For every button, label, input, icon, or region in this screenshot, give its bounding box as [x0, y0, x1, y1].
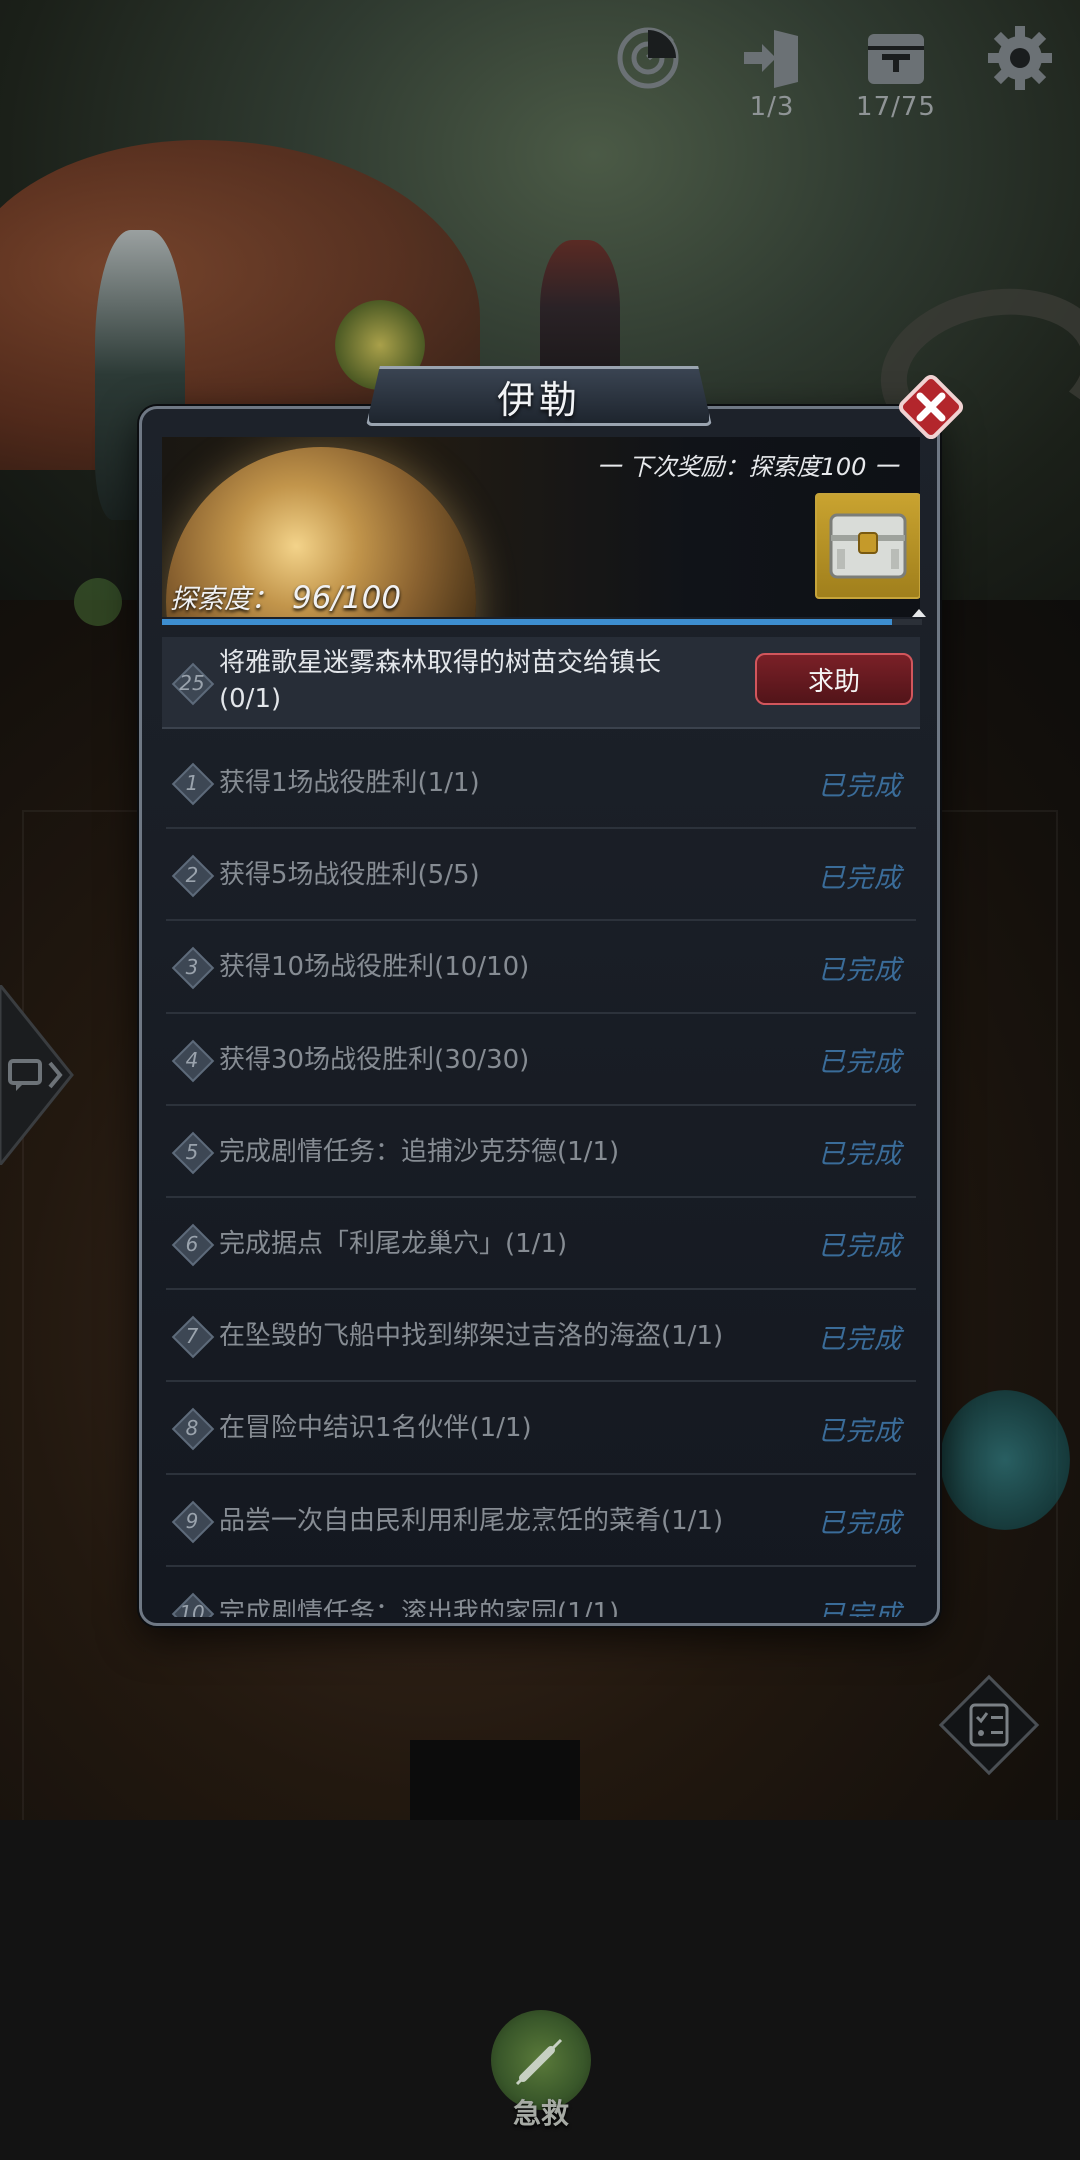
party-avatar[interactable]	[74, 578, 122, 626]
task-row[interactable]: 10 完成剧情任务：滚出我的家园(1/1) 已完成	[166, 1567, 916, 1617]
task-number: 9	[185, 1508, 199, 1533]
supply-crate-icon	[860, 22, 932, 94]
task-status: 已完成	[818, 1415, 902, 1447]
task-text: 品尝一次自由民利用利尾龙烹饪的菜肴(1/1)	[219, 1505, 724, 1536]
task-row[interactable]: 1 获得1场战役胜利(1/1) 已完成	[166, 737, 916, 830]
progress-marker	[912, 609, 926, 617]
task-status: 已完成	[818, 954, 902, 986]
supply-chest-icon	[829, 513, 907, 579]
task-row[interactable]: 3 获得10场战役胜利(10/10) 已完成	[166, 921, 916, 1014]
task-status: 已完成	[818, 1600, 902, 1617]
task-number-badge: 8	[172, 1408, 212, 1448]
task-number-badge: 9	[172, 1501, 212, 1541]
task-status: 已完成	[818, 1508, 902, 1539]
task-row[interactable]: 4 获得30场战役胜利(30/30) 已完成	[166, 1014, 916, 1106]
chat-icon	[0, 982, 74, 1168]
close-icon	[898, 374, 964, 440]
task-number: 3	[185, 955, 199, 980]
exploration-progress-fill	[162, 619, 892, 625]
first-aid-button[interactable]: 急救	[486, 2010, 596, 2150]
quest-log-button[interactable]	[937, 1673, 1041, 1777]
task-status: 已完成	[818, 1231, 902, 1263]
task-list[interactable]: 1 获得1场战役胜利(1/1) 已完成 2 获得5场战役胜利(5/5) 已完成 3 获得10场…	[162, 737, 920, 1617]
task-text: 获得1场战役胜利(1/1)	[219, 768, 480, 798]
task-number: 1	[185, 771, 199, 795]
task-number: 7	[185, 1324, 199, 1349]
planet-banner: 一 下次奖励：探索度100 一 探索度： 96/100	[162, 437, 920, 617]
task-number-badge: 7	[172, 1316, 212, 1356]
help-button[interactable]: 求助	[755, 653, 913, 705]
task-number: 4	[185, 1047, 199, 1072]
task-number-badge: 25	[172, 663, 212, 703]
task-number-badge: 1	[172, 763, 212, 803]
exit-button[interactable]: 1/3	[722, 22, 822, 122]
task-row[interactable]: 6 完成据点「利尾龙巢穴」(1/1) 已完成	[166, 1198, 916, 1291]
active-task-text: 将雅歌星迷雾森林取得的树苗交给镇长(0/1)	[219, 648, 662, 714]
radar-icon	[612, 22, 684, 94]
task-text: 获得5场战役胜利(5/5)	[219, 860, 480, 891]
task-number: 6	[185, 1231, 199, 1256]
task-number-badge: 4	[172, 1040, 212, 1080]
task-number: 25	[179, 671, 205, 695]
first-aid-label: 急救	[512, 2097, 569, 2130]
task-number: 10	[179, 1600, 205, 1617]
dialog-title-plate: 伊勒	[366, 366, 712, 426]
door-exit-icon	[736, 22, 808, 94]
task-number: 5	[185, 1139, 199, 1164]
chat-side-tab[interactable]	[0, 982, 92, 1168]
water-puddle	[940, 1390, 1070, 1530]
reward-chest[interactable]	[815, 493, 920, 599]
exploration-caption: 探索度：	[170, 584, 278, 615]
task-status: 已完成	[818, 1323, 902, 1355]
task-text: 获得30场战役胜利(30/30)	[219, 1044, 530, 1075]
task-text: 获得10场战役胜利(10/10)	[219, 952, 530, 983]
task-row[interactable]: 9 品尝一次自由民利用利尾龙烹饪的菜肴(1/1) 已完成	[166, 1475, 916, 1567]
supply-count: 17/75	[856, 92, 936, 122]
task-status: 已完成	[818, 1047, 902, 1079]
task-number-badge: 2	[172, 855, 212, 895]
dialog-title: 伊勒	[496, 377, 581, 422]
task-number: 2	[185, 863, 199, 888]
task-row[interactable]: 5 完成剧情任务：追捕沙克芬德(1/1) 已完成	[166, 1106, 916, 1198]
task-number-badge: 10	[172, 1593, 212, 1617]
radar-button[interactable]	[598, 22, 698, 122]
task-text: 完成剧情任务：滚出我的家园(1/1)	[219, 1597, 620, 1617]
task-row[interactable]: 2 获得5场战役胜利(5/5) 已完成	[166, 829, 916, 922]
exploration-value: 96/100	[292, 580, 402, 616]
task-number: 8	[185, 1416, 199, 1441]
task-text: 在冒险中结识1名伙伴(1/1)	[219, 1413, 532, 1444]
exploration-progress-bar	[162, 619, 922, 625]
task-text: 完成剧情任务：追捕沙克芬德(1/1)	[219, 1136, 620, 1167]
task-number-badge: 6	[172, 1224, 212, 1264]
settings-button[interactable]	[970, 22, 1070, 122]
checklist-icon	[938, 1674, 1040, 1776]
close-button[interactable]	[896, 372, 966, 442]
gear-icon	[984, 22, 1056, 94]
task-text: 在坠毁的飞船中找到绑架过吉洛的海盗(1/1)	[219, 1321, 724, 1352]
task-status: 已完成	[818, 1139, 902, 1171]
task-number-badge: 5	[172, 1132, 212, 1172]
supply-button[interactable]: 17/75	[846, 22, 946, 122]
task-status: 已完成	[818, 770, 902, 802]
planet-exploration-dialog: 一 下次奖励：探索度100 一 探索度： 96/100 25 将雅歌星迷雾森林取得…	[139, 406, 940, 1626]
task-number-badge: 3	[172, 947, 212, 987]
task-status: 已完成	[818, 862, 902, 894]
exploration-label: 探索度： 96/100	[170, 577, 401, 616]
map-slab	[410, 1740, 580, 1820]
next-reward-label: 一 下次奖励：探索度100 一	[596, 453, 898, 481]
task-row[interactable]: 8 在冒险中结识1名伙伴(1/1) 已完成	[166, 1382, 916, 1475]
task-text: 完成据点「利尾龙巢穴」(1/1)	[219, 1228, 568, 1259]
task-row[interactable]: 7 在坠毁的飞船中找到绑架过吉洛的海盗(1/1) 已完成	[166, 1290, 916, 1383]
exit-count: 1/3	[749, 92, 795, 122]
active-task-row[interactable]: 25 将雅歌星迷雾森林取得的树苗交给镇长(0/1) 求助	[162, 637, 920, 729]
